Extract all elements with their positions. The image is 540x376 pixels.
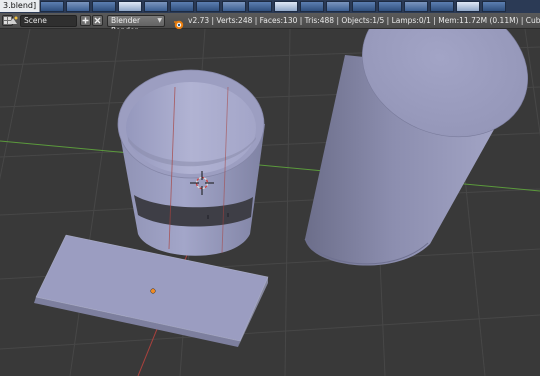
blender-window: 3.blend] Scene Blender ▼ v2.73 | Verts:2… xyxy=(0,0,540,376)
window-title: 3.blend] xyxy=(0,0,41,12)
thumbnail[interactable] xyxy=(352,1,376,12)
info-header: Scene Blender Render ▼ v2.73 | Verts:248… xyxy=(0,13,540,35)
thumbnail[interactable] xyxy=(40,1,64,12)
thumbnail[interactable] xyxy=(456,1,480,12)
thumbnail[interactable] xyxy=(326,1,350,12)
thumbnail[interactable] xyxy=(404,1,428,12)
thumbnail[interactable] xyxy=(378,1,402,12)
close-icon[interactable] xyxy=(92,15,103,26)
thumbnail[interactable] xyxy=(66,1,90,12)
thumbnail[interactable] xyxy=(196,1,220,12)
scene-name-field[interactable]: Scene xyxy=(20,15,77,27)
thumbnail[interactable] xyxy=(248,1,272,12)
render-engine-select[interactable]: Blender Render ▼ xyxy=(107,15,165,35)
object-origin-icon xyxy=(150,288,156,294)
scene-stats: v2.73 | Verts:248 | Faces:130 | Tris:488… xyxy=(188,16,540,25)
3d-viewport[interactable] xyxy=(0,29,540,376)
title-strip: 3.blend] xyxy=(0,0,540,13)
thumbnail[interactable] xyxy=(274,1,298,12)
chevron-down-icon: ▼ xyxy=(157,17,162,24)
thumbnail[interactable] xyxy=(170,1,194,12)
thumbnail[interactable] xyxy=(144,1,168,12)
blender-logo-icon xyxy=(173,15,184,30)
plus-icon[interactable] xyxy=(80,15,91,26)
thumbnail[interactable] xyxy=(92,1,116,12)
thumbnail[interactable] xyxy=(430,1,454,12)
open-cylinder-cup[interactable] xyxy=(117,69,265,256)
thumbnail[interactable] xyxy=(118,1,142,12)
scene-icon[interactable] xyxy=(8,15,19,26)
thumbnail[interactable] xyxy=(222,1,246,12)
thumbnail[interactable] xyxy=(482,1,506,12)
thumbnail[interactable] xyxy=(300,1,324,12)
taskbar-thumbnails xyxy=(40,1,506,12)
